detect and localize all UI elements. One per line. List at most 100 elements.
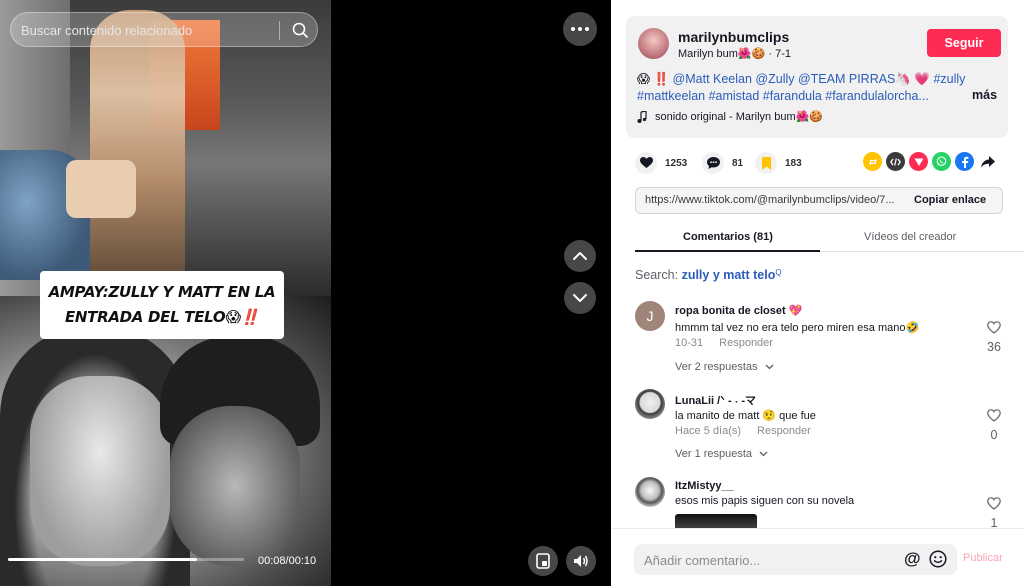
like-button[interactable]: 1253 xyxy=(635,152,687,174)
video-scene-bottom xyxy=(0,296,331,586)
facebook-icon[interactable] xyxy=(955,152,974,171)
author-card: marilynbumclips Marilyn bum🌺🍪 · 7-1 Segu… xyxy=(626,16,1008,138)
comment-like-button[interactable]: 36 xyxy=(983,321,1005,354)
comment-item: J ropa bonita de closet 💖 hmmm tal vez n… xyxy=(635,301,1015,381)
whatsapp-icon[interactable] xyxy=(932,152,951,171)
save-button[interactable]: 183 xyxy=(755,152,802,174)
related-search-prefix: Search: xyxy=(635,268,682,282)
action-bar: 1253 81 183 xyxy=(635,152,1015,176)
music-row[interactable]: sonido original - Marilyn bum🌺🍪 xyxy=(637,110,823,123)
comment-text: esos mis papis siguen con su novela xyxy=(675,495,855,507)
view-replies-label: Ver 1 respuesta xyxy=(675,448,753,460)
chevron-down-icon xyxy=(765,364,774,370)
video-caption: AMPAY:ZULLY Y MATT EN LA ENTRADA DEL TEL… xyxy=(40,271,284,339)
bookmark-icon xyxy=(755,152,777,174)
comment-count: 81 xyxy=(732,157,744,169)
video-caption-text: AMPAY:ZULLY Y MATT EN LA ENTRADA DEL TEL… xyxy=(48,283,276,326)
comment-meta: 10-31 Responder xyxy=(675,337,773,349)
avatar-letter: J xyxy=(646,308,654,324)
comment-date: Hace 5 día(s) xyxy=(675,425,742,437)
emoji-icon[interactable] xyxy=(929,550,947,573)
panel-tabs: Comentarios (81) Vídeos del creador xyxy=(635,225,1024,252)
comment-avatar[interactable]: J xyxy=(635,301,665,331)
tab-comments[interactable]: Comentarios (81) xyxy=(683,231,773,243)
embed-icon[interactable] xyxy=(886,152,905,171)
video-player[interactable]: AMPAY:ZULLY Y MATT EN LA ENTRADA DEL TEL… xyxy=(0,0,611,586)
author-avatar[interactable] xyxy=(638,28,669,59)
comment-username[interactable]: ropa bonita de closet 💖 xyxy=(675,304,802,317)
progress-bar[interactable] xyxy=(8,558,244,561)
search-icon[interactable] xyxy=(287,18,313,42)
comment-composer: @ Publicar xyxy=(611,528,1024,586)
more-options-icon[interactable] xyxy=(563,12,597,46)
related-search-link[interactable]: Search: zully y matt teloQ xyxy=(635,268,782,282)
comment-like-count: 0 xyxy=(990,428,998,442)
picture-in-picture-icon[interactable] xyxy=(528,546,558,576)
progress-fill xyxy=(8,558,197,561)
comment-like-button[interactable]: 0 xyxy=(983,409,1005,442)
publish-button[interactable]: Publicar xyxy=(963,552,1003,564)
chevron-down-icon xyxy=(759,451,768,457)
tab-creator-videos[interactable]: Vídeos del creador xyxy=(864,231,956,243)
comment-like-count: 36 xyxy=(987,340,1001,354)
active-tab-indicator xyxy=(635,250,820,252)
comment-input[interactable] xyxy=(644,551,894,569)
comment-date: 10-31 xyxy=(675,337,704,349)
author-username[interactable]: marilynbumclips xyxy=(678,29,789,45)
search-divider xyxy=(279,21,280,40)
comment-button[interactable]: 81 xyxy=(702,152,743,174)
comment-item: LunaLii /ᐠ - ˕ -マ la manito de matt 🤨 qu… xyxy=(635,389,1015,469)
view-replies-label: Ver 2 respuestas xyxy=(675,361,758,373)
description-text[interactable]: @Matt Keelan @Zully @TEAM PIRRAS🦄 💗 #zul… xyxy=(637,72,965,103)
comment-text: hmmm tal vez no era telo pero miren esa … xyxy=(675,322,920,334)
video-description: 😱 ‼️ @Matt Keelan @Zully @TEAM PIRRAS🦄 💗… xyxy=(637,71,999,105)
previous-video-button[interactable] xyxy=(564,240,596,272)
comment-input-wrapper[interactable]: @ xyxy=(634,544,957,575)
share-arrow-icon[interactable] xyxy=(978,152,997,171)
comment-avatar[interactable] xyxy=(635,389,665,419)
heart-icon xyxy=(635,152,657,174)
comment-icon xyxy=(702,152,724,174)
scene-person xyxy=(90,10,185,290)
description-lead: 😱 ‼️ xyxy=(637,72,673,86)
related-search-bar[interactable] xyxy=(10,12,318,47)
time-label: 00:08/00:10 xyxy=(258,555,317,567)
mention-button[interactable]: @ xyxy=(904,549,921,569)
like-count: 1253 xyxy=(665,157,688,169)
comment-avatar[interactable] xyxy=(635,477,665,507)
comment-username[interactable]: ItzMistyy__ xyxy=(675,480,734,492)
follow-button[interactable]: Seguir xyxy=(927,29,1001,57)
scene-face-left xyxy=(30,376,170,566)
video-url[interactable]: https://www.tiktok.com/@marilynbumclips/… xyxy=(645,194,903,206)
comment-text: la manito de matt 🤨 que fue xyxy=(675,410,816,422)
heart-outline-icon xyxy=(987,321,1001,334)
view-replies-button[interactable]: Ver 2 respuestas xyxy=(675,361,774,373)
description-more-link[interactable]: más xyxy=(972,88,997,102)
video-frame[interactable]: AMPAY:ZULLY Y MATT EN LA ENTRADA DEL TEL… xyxy=(0,0,331,586)
share-icons xyxy=(863,152,997,171)
send-icon[interactable] xyxy=(909,152,928,171)
chevron-up-icon xyxy=(573,252,587,260)
copy-link-row: https://www.tiktok.com/@marilynbumclips/… xyxy=(635,187,1003,214)
volume-icon[interactable] xyxy=(566,546,596,576)
repost-icon[interactable] xyxy=(863,152,882,171)
comment-meta: Hace 5 día(s) Responder xyxy=(675,425,811,437)
copy-link-button[interactable]: Copiar enlace xyxy=(914,194,986,206)
reply-button[interactable]: Responder xyxy=(757,425,811,437)
view-replies-button[interactable]: Ver 1 respuesta xyxy=(675,448,768,460)
chevron-down-icon xyxy=(573,294,587,302)
scene-face-right xyxy=(170,406,300,566)
music-note-icon xyxy=(637,110,647,123)
search-input[interactable] xyxy=(21,20,271,40)
comment-like-button[interactable]: 1 xyxy=(983,497,1005,530)
next-video-button[interactable] xyxy=(564,282,596,314)
author-meta: Marilyn bum🌺🍪 · 7-1 xyxy=(678,47,791,60)
related-search-term[interactable]: zully y matt telo xyxy=(682,268,776,282)
heart-outline-icon xyxy=(987,409,1001,422)
save-count: 183 xyxy=(785,157,802,169)
scene-bag xyxy=(66,160,136,218)
heart-outline-icon xyxy=(987,497,1001,510)
author-nickname: Marilyn bum🌺🍪 xyxy=(678,48,766,60)
reply-button[interactable]: Responder xyxy=(719,337,773,349)
comment-username[interactable]: LunaLii /ᐠ - ˕ -マ xyxy=(675,392,756,408)
